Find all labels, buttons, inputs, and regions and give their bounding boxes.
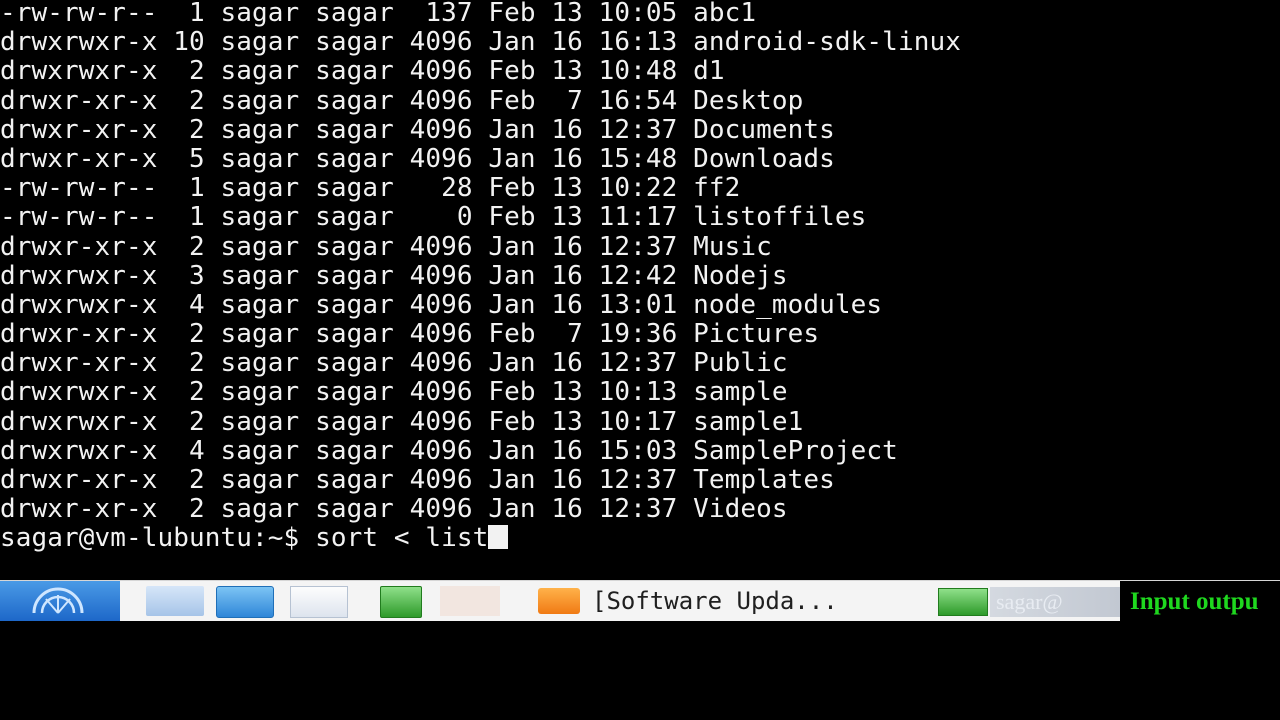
lubuntu-logo-icon — [32, 587, 84, 614]
listing-line: drwxr-xr-x 2 sagar sagar 4096 Jan 16 12:… — [0, 348, 788, 379]
listing-line: drwxrwxr-x 2 sagar sagar 4096 Feb 13 10:… — [0, 406, 804, 437]
blank-task-slot — [440, 586, 500, 616]
text-cursor — [488, 525, 509, 550]
listing-line: drwxr-xr-x 2 sagar sagar 4096 Jan 16 12:… — [0, 114, 835, 145]
file-manager-icon[interactable] — [146, 586, 204, 616]
terminal-window[interactable]: -rw-rw-r-- 1 sagar sagar 137 Feb 13 10:0… — [0, 0, 1280, 580]
shell-prompt: sagar@vm-lubuntu:~$ — [0, 523, 300, 554]
listing-line: drwxr-xr-x 2 sagar sagar 4096 Jan 16 12:… — [0, 465, 835, 495]
command-input[interactable]: sort < list — [315, 523, 488, 553]
software-updater-icon[interactable] — [538, 588, 580, 614]
listing-line: drwxr-xr-x 2 sagar sagar 4096 Jan 16 12:… — [0, 494, 788, 525]
software-updater-task[interactable]: [Software Upda... — [592, 585, 838, 617]
start-menu-button[interactable] — [0, 581, 120, 622]
listing-line: -rw-rw-r-- 1 sagar sagar 0 Feb 13 11:17 … — [0, 202, 867, 233]
listing-line: -rw-rw-r-- 1 sagar sagar 137 Feb 13 10:0… — [0, 0, 757, 28]
listing-line: drwxr-xr-x 5 sagar sagar 4096 Jan 16 15:… — [0, 143, 835, 174]
window-icon[interactable] — [290, 586, 348, 618]
video-caption: Input outpu — [1120, 581, 1280, 622]
letterbox-bar — [0, 621, 1280, 720]
terminal-icon[interactable] — [380, 586, 422, 618]
listing-line: -rw-rw-r-- 1 sagar sagar 28 Feb 13 10:22… — [0, 173, 741, 204]
listing-line: drwxrwxr-x 2 sagar sagar 4096 Feb 13 10:… — [0, 377, 788, 408]
listing-line: drwxrwxr-x 3 sagar sagar 4096 Jan 16 12:… — [0, 260, 788, 291]
listing-line: drwxr-xr-x 2 sagar sagar 4096 Feb 7 16:5… — [0, 85, 804, 116]
listing-line: drwxrwxr-x 4 sagar sagar 4096 Jan 16 13:… — [0, 289, 883, 320]
listing-line: drwxr-xr-x 2 sagar sagar 4096 Jan 16 12:… — [0, 231, 772, 262]
listing-line: drwxr-xr-x 2 sagar sagar 4096 Feb 7 19:3… — [0, 319, 820, 350]
network-icon[interactable] — [216, 586, 274, 618]
command-line[interactable]: sagar@vm-lubuntu:~$ sort < list — [0, 524, 961, 553]
terminal-output: -rw-rw-r-- 1 sagar sagar 137 Feb 13 10:0… — [0, 0, 961, 554]
listing-line: drwxrwxr-x 10 sagar sagar 4096 Jan 16 16… — [0, 27, 961, 58]
terminal-task-label[interactable]: sagar@ — [990, 587, 1120, 617]
taskbar: [Software Upda... sagar@ Input outpu — [0, 580, 1280, 622]
listing-line: drwxrwxr-x 2 sagar sagar 4096 Feb 13 10:… — [0, 56, 725, 87]
terminal-task-icon[interactable] — [938, 588, 988, 616]
listing-line: drwxrwxr-x 4 sagar sagar 4096 Jan 16 15:… — [0, 435, 898, 466]
